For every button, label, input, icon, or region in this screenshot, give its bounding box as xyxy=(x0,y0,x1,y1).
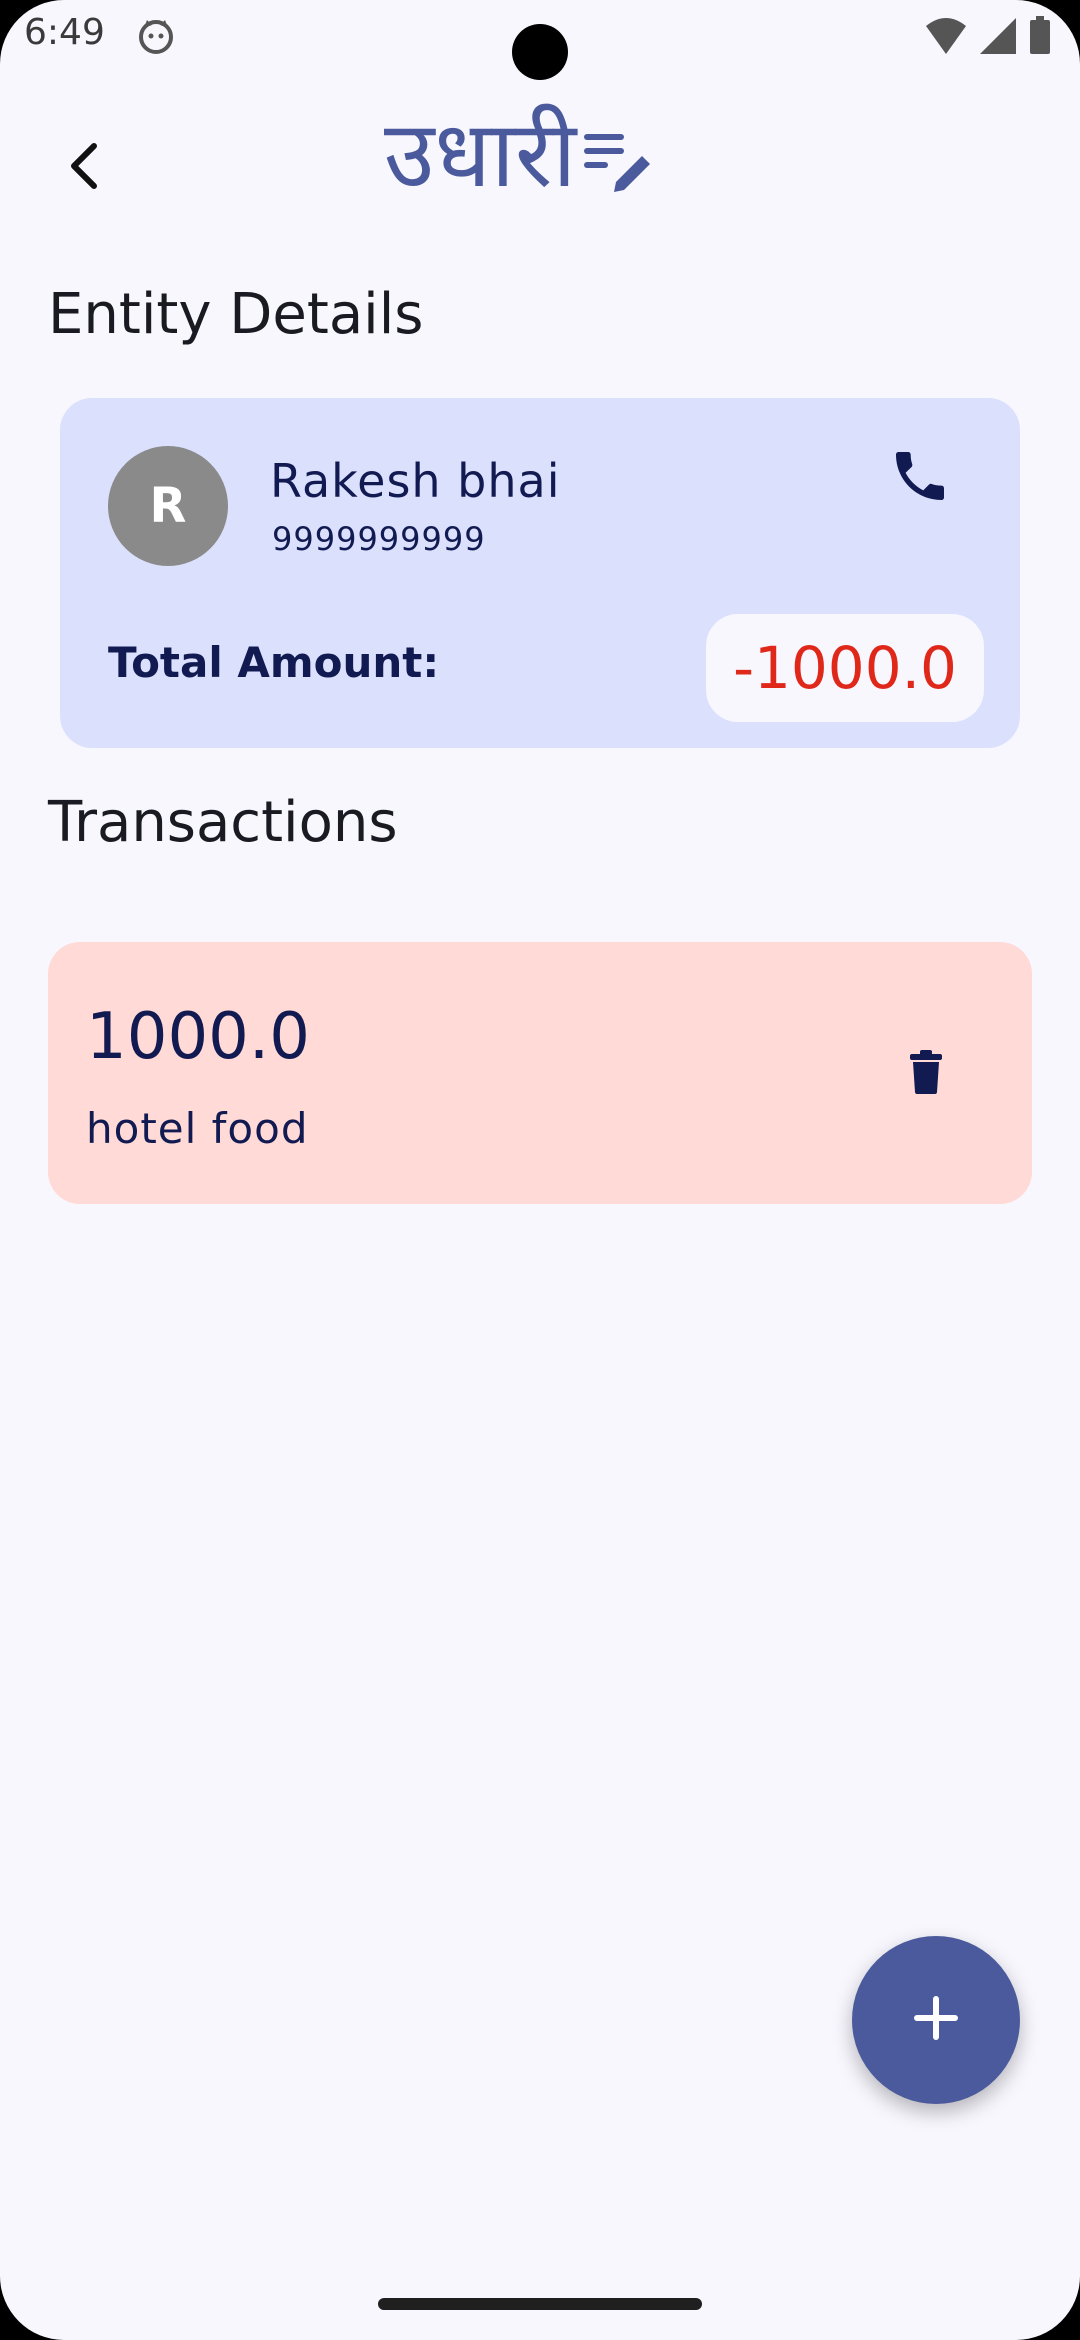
add-icon xyxy=(910,1992,962,2048)
back-button[interactable] xyxy=(52,132,116,204)
camera-cutout xyxy=(512,24,568,80)
app-logo: उधारी xyxy=(384,100,654,210)
arrow-back-icon xyxy=(64,142,104,194)
delete-transaction-button[interactable] xyxy=(894,1042,958,1106)
entity-name: Rakesh bhai xyxy=(270,454,561,508)
phone-icon xyxy=(888,444,952,512)
entity-phone: 9999999999 xyxy=(272,520,486,558)
cat-notification-icon xyxy=(136,16,176,56)
transaction-description: hotel food xyxy=(86,1104,309,1153)
entity-details-screen: 6:49 उधारी Entity Details R Rakesh bhai … xyxy=(0,0,1080,2340)
battery-icon xyxy=(1028,16,1052,56)
entity-details-title: Entity Details xyxy=(48,282,424,347)
edit-note-icon xyxy=(582,124,654,200)
signal-icon xyxy=(978,16,1018,56)
call-button[interactable] xyxy=(880,438,960,518)
total-amount-label: Total Amount: xyxy=(108,638,440,687)
delete-icon xyxy=(906,1050,946,1098)
transactions-title: Transactions xyxy=(48,790,398,855)
gesture-nav-handle[interactable] xyxy=(378,2298,702,2310)
status-bar: 6:49 xyxy=(0,0,1080,80)
avatar: R xyxy=(108,446,228,566)
transaction-amount: 1000.0 xyxy=(86,1000,310,1074)
add-transaction-fab[interactable] xyxy=(852,1936,1020,2104)
total-amount-chip: -1000.0 xyxy=(706,614,984,722)
status-icons xyxy=(924,14,1052,58)
wifi-icon xyxy=(924,16,968,56)
entity-card: R Rakesh bhai 9999999999 Total Amount: -… xyxy=(60,398,1020,748)
app-logo-text: उधारी xyxy=(384,101,577,208)
total-amount-value: -1000.0 xyxy=(733,634,957,702)
transaction-card[interactable]: 1000.0 hotel food xyxy=(48,942,1032,1204)
status-time: 6:49 xyxy=(24,12,105,53)
